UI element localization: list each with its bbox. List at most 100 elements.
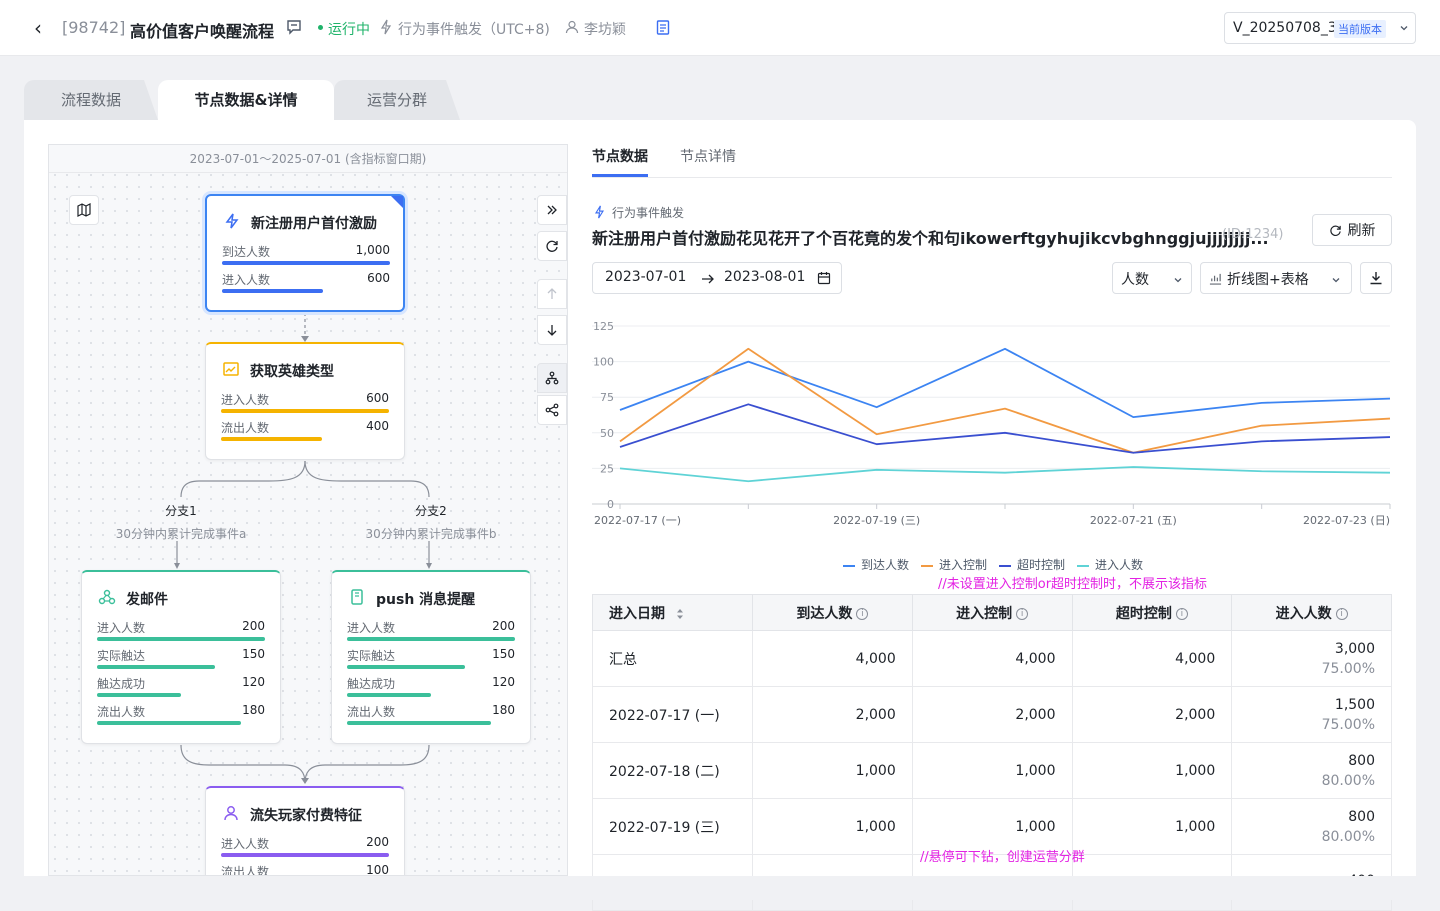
x-tick-label: 2022-07-21 (五) (1090, 514, 1177, 527)
cell-arrive: 1,000 (753, 743, 913, 799)
node-churn-payer-feature[interactable]: 流失玩家付费特征 进入人数200 流出人数100 (205, 786, 405, 876)
metric-bar (97, 693, 181, 697)
node-send-email[interactable]: 发邮件 进入人数 200 实际触达 150 触达成功120 流出人数 180 (81, 570, 281, 744)
metric-bar (347, 637, 515, 641)
metric-bar (221, 853, 389, 857)
line-chart[interactable]: 02550751001252022-07-17 (一)2022-07-19 (三… (0, 0, 1440, 580)
enter-count: 800 (1348, 753, 1375, 769)
node-metric: 实际触达 150 (347, 647, 515, 675)
metric-label: 流出人数 (347, 703, 395, 720)
legend-item[interactable]: 超时控制 (999, 556, 1065, 573)
metric-value: 180 (492, 703, 515, 717)
y-tick-label: 125 (593, 320, 614, 333)
col-header-arrive: 到达人数 i (753, 595, 913, 631)
enter-percent: 75.00% (1232, 717, 1375, 733)
cell-arrive: 4,000 (753, 631, 913, 687)
node-metric: 实际触达 150 (97, 647, 265, 675)
metric-bar (347, 721, 491, 725)
user-icon (222, 804, 240, 822)
info-icon[interactable]: i (1176, 608, 1188, 620)
node-title: push 消息提醒 (376, 589, 475, 609)
cell-enter: 1,500 75.00% (1232, 687, 1392, 743)
series-line (620, 467, 1390, 481)
enter-count: 800 (1348, 809, 1375, 825)
legend-label: 超时控制 (1017, 558, 1065, 572)
node-metric: 流出人数100 (221, 863, 389, 876)
table-row[interactable]: 2022-07-18 (二) 1,000 1,000 1,000 800 80.0… (593, 743, 1392, 799)
legend-label: 进入人数 (1095, 558, 1143, 572)
cell-timeout-control: 1,000 (1072, 743, 1232, 799)
header-label: 超时控制 (1116, 606, 1172, 622)
legend-item[interactable]: 进入控制 (921, 556, 987, 573)
col-header-timeout-control: 超时控制 i (1072, 595, 1232, 631)
legend-item[interactable]: 进入人数 (1077, 556, 1143, 573)
node-metric: 流出人数 180 (347, 703, 515, 731)
webhook-icon (98, 588, 116, 606)
header-label: 进入控制 (956, 606, 1012, 622)
cell-date: 2022-07-19 (三) (593, 799, 753, 855)
metric-label: 进入人数 (347, 619, 395, 636)
info-icon[interactable]: i (1336, 608, 1348, 620)
info-icon[interactable]: i (1016, 608, 1028, 620)
metric-label: 流出人数 (97, 703, 145, 720)
col-header-enter: 进入人数i (1232, 595, 1392, 631)
metric-value: 180 (242, 703, 265, 717)
node-metric: 触达成功120 (97, 675, 265, 703)
col-header-date[interactable]: 进入日期 (593, 595, 753, 631)
info-icon[interactable]: i (856, 608, 868, 620)
cell-enter-control: 1,000 (912, 743, 1072, 799)
cell-arrive: 2,000 (753, 687, 913, 743)
enter-count: 1,500 (1335, 697, 1375, 713)
metric-value: 100 (366, 863, 389, 876)
series-line (620, 404, 1390, 452)
cell-enter: 800 80.00% (1232, 743, 1392, 799)
hover-note: //悬停可下钻，创建运营分群 (920, 846, 1085, 865)
cell-arrive: 1,000 (753, 799, 913, 855)
cell-enter: 80080.00% (1232, 799, 1392, 855)
enter-percent: 75.00% (1232, 661, 1375, 677)
enter-percent: 80.00% (1232, 773, 1375, 789)
legend-swatch (1077, 565, 1089, 567)
node-metric: 触达成功120 (347, 675, 515, 703)
metric-label: 进入人数 (221, 835, 269, 852)
y-tick-label: 25 (600, 462, 614, 475)
metric-bar (347, 665, 465, 669)
sort-icon[interactable] (670, 606, 684, 622)
legend-item[interactable]: 到达人数 (843, 556, 909, 573)
legend-swatch (999, 565, 1011, 567)
node-title: 发邮件 (126, 589, 168, 609)
x-tick-label: 2022-07-19 (三) (833, 514, 920, 527)
x-tick-label: 2022-07-17 (一) (594, 514, 681, 527)
metric-bar (347, 693, 431, 697)
legend-swatch (843, 565, 855, 567)
node-metric: 进入人数200 (221, 835, 389, 863)
node-push-message[interactable]: push 消息提醒 进入人数200 实际触达150 触达成功120 流出人数18… (331, 570, 531, 744)
metric-label: 实际触达 (97, 647, 145, 664)
node-metric: 进入人数 200 (97, 619, 265, 647)
legend-note: //未设置进入控制or超时控制时，不展示该指标 (938, 573, 1207, 592)
metric-value: 150 (242, 647, 265, 661)
metric-label: 实际触达 (347, 647, 395, 664)
legend-label: 进入控制 (939, 558, 987, 572)
metric-label: 触达成功 (347, 675, 395, 692)
table-row[interactable]: 汇总 4,000 4,000 4,000 3,00075.00% (593, 631, 1392, 687)
metric-value: 150 (492, 647, 515, 661)
cell-date: 汇总 (593, 631, 753, 687)
metric-label: 进入人数 (97, 619, 145, 636)
y-tick-label: 100 (593, 356, 614, 369)
cell-enter-control: 2,000 (912, 687, 1072, 743)
header-label: 到达人数 (796, 606, 852, 622)
node-metric: 流出人数 180 (97, 703, 265, 731)
metric-label: 触达成功 (97, 675, 145, 692)
legend-label: 到达人数 (861, 558, 909, 572)
series-line (620, 349, 1390, 453)
metric-bar (97, 637, 265, 641)
metric-value: 200 (242, 619, 265, 633)
y-tick-label: 0 (607, 498, 614, 511)
table-row[interactable]: 2022-07-17 (一) 2,000 2,000 2,000 1,50075… (593, 687, 1392, 743)
col-header-enter-control: 进入控制 i (912, 595, 1072, 631)
phone-icon (348, 588, 366, 606)
metric-bar (97, 665, 215, 669)
table-header-row: 进入日期 到达人数 i 进入控制 i 超时控制 i 进入人数i (593, 595, 1392, 631)
cell-date: 2022-07-18 (二) (593, 743, 753, 799)
